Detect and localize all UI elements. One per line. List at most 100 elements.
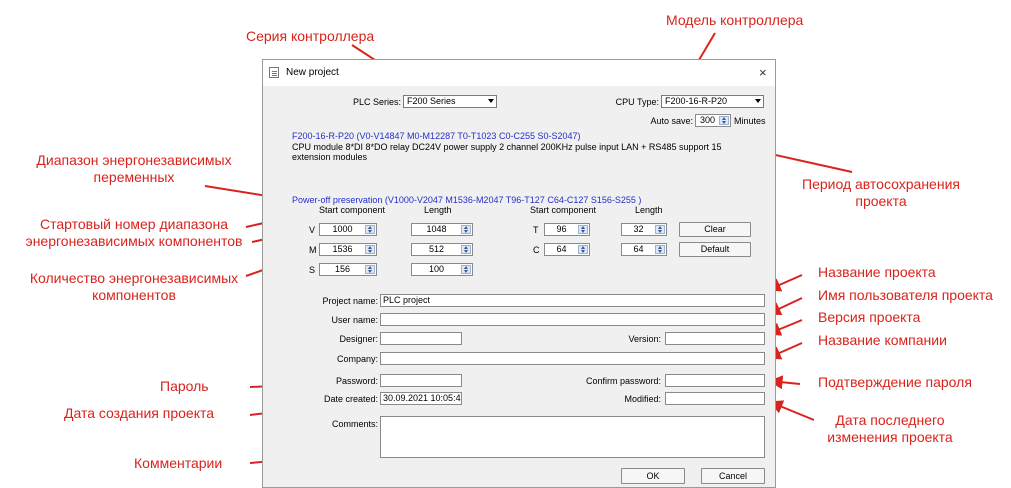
- v-start-value: 1000: [332, 224, 353, 234]
- comments-label: Comments:: [331, 419, 378, 429]
- cpu-description-line1: CPU module 8*DI 8*DO relay DC24V power s…: [292, 142, 722, 152]
- project-name-input[interactable]: PLC project: [380, 294, 765, 307]
- s-start-spinner[interactable]: 156: [319, 263, 377, 276]
- annotation-confirm: Подтверждение пароля: [818, 374, 972, 390]
- annotation-modified: Дата последнего изменения проекта: [810, 412, 970, 446]
- annotation-start-line2: энергонезависимых компонентов: [25, 233, 243, 249]
- spinner-arrows-icon[interactable]: [365, 265, 375, 274]
- m-length-spinner[interactable]: 512: [411, 243, 473, 256]
- user-name-input[interactable]: [380, 313, 765, 326]
- default-button[interactable]: Default: [679, 242, 751, 257]
- password-input[interactable]: [380, 374, 462, 387]
- cancel-button[interactable]: Cancel: [701, 468, 765, 484]
- annotation-range-line1: Диапазон энергонезависимых: [36, 152, 232, 168]
- cpu-description-line2: extension modules: [292, 152, 368, 162]
- annotation-start-line1: Стартовый номер диапазона: [39, 216, 229, 232]
- c-start-spinner[interactable]: 64: [544, 243, 590, 256]
- s-length-spinner[interactable]: 100: [411, 263, 473, 276]
- annotation-range-line2: переменных: [93, 169, 175, 185]
- plc-series-label: PLC Series:: [352, 97, 401, 107]
- m-start-value: 1536: [332, 244, 353, 254]
- cpu-ranges: F200-16-R-P20 (V0-V14847 M0-M12287 T0-T1…: [292, 131, 581, 141]
- project-name-label: Project name:: [322, 296, 378, 306]
- plc-series-value: F200 Series: [407, 96, 456, 106]
- comments-textarea[interactable]: [380, 416, 765, 458]
- m-start-spinner[interactable]: 1536: [319, 243, 377, 256]
- confirm-password-input[interactable]: [665, 374, 765, 387]
- version-input[interactable]: [665, 332, 765, 345]
- c-length-value: 64: [633, 244, 644, 254]
- t-start-value: 96: [556, 224, 567, 234]
- spinner-arrows-icon[interactable]: [365, 245, 375, 254]
- m-length-value: 512: [428, 244, 445, 254]
- v-length-spinner[interactable]: 1048: [411, 223, 473, 236]
- col-length-left: Length: [424, 205, 452, 215]
- spinner-arrows-icon[interactable]: [461, 225, 471, 234]
- reg-s-label: S: [309, 265, 316, 275]
- autosave-spinner[interactable]: 300: [695, 114, 731, 127]
- chevron-down-icon: [755, 99, 761, 103]
- designer-label: Designer:: [339, 334, 378, 344]
- company-input[interactable]: [380, 352, 765, 365]
- t-length-spinner[interactable]: 32: [621, 223, 667, 236]
- annotation-autosave-line1: Период автосохранения: [802, 176, 960, 192]
- annotation-user-name: Имя пользователя проекта: [818, 287, 993, 303]
- spinner-arrows-icon[interactable]: [719, 116, 729, 125]
- spinner-arrows-icon[interactable]: [655, 245, 665, 254]
- password-label: Password:: [335, 376, 378, 386]
- confirm-password-label: Confirm password:: [585, 376, 661, 386]
- v-start-spinner[interactable]: 1000: [319, 223, 377, 236]
- spinner-arrows-icon[interactable]: [461, 245, 471, 254]
- clear-button[interactable]: Clear: [679, 222, 751, 237]
- autosave-value: 300: [699, 115, 716, 125]
- date-created-label: Date created:: [323, 394, 378, 404]
- designer-input[interactable]: [380, 332, 462, 345]
- annotation-count: Количество энергонезависимых компонентов: [6, 270, 262, 304]
- plc-series-select[interactable]: F200 Series: [403, 95, 497, 108]
- spinner-arrows-icon[interactable]: [655, 225, 665, 234]
- spinner-arrows-icon[interactable]: [578, 245, 588, 254]
- annotation-modified-line1: Дата последнего: [835, 412, 945, 428]
- version-label: Version:: [628, 334, 661, 344]
- annotation-autosave-line2: проекта: [855, 193, 907, 209]
- autosave-label: Auto save:: [650, 116, 693, 126]
- col-start-right: Start component: [530, 205, 597, 215]
- spinner-arrows-icon[interactable]: [365, 225, 375, 234]
- t-length-value: 32: [633, 224, 644, 234]
- annotation-modified-line2: изменения проекта: [827, 429, 953, 445]
- dialog-titlebar: [263, 60, 775, 86]
- col-start-left: Start component: [319, 205, 386, 215]
- poweroff-title: Power-off preservation (V1000-V2047 M153…: [292, 195, 642, 205]
- document-icon: [269, 67, 279, 78]
- user-name-label: User name:: [331, 315, 378, 325]
- annotation-company: Название компании: [818, 332, 947, 348]
- annotation-model: Модель контроллера: [666, 12, 804, 28]
- c-length-spinner[interactable]: 64: [621, 243, 667, 256]
- ok-button[interactable]: OK: [621, 468, 685, 484]
- company-label: Company:: [336, 354, 378, 364]
- annotation-comments: Комментарии: [134, 455, 223, 471]
- t-start-spinner[interactable]: 96: [544, 223, 590, 236]
- annotation-project-name: Название проекта: [818, 264, 936, 280]
- spinner-arrows-icon[interactable]: [578, 225, 588, 234]
- annotation-autosave: Период автосохранения проекта: [776, 176, 986, 210]
- annotation-count-line1: Количество энергонезависимых: [29, 270, 239, 286]
- annotation-version: Версия проекта: [818, 309, 921, 325]
- cpu-type-select[interactable]: F200-16-R-P20: [661, 95, 764, 108]
- c-start-value: 64: [556, 244, 567, 254]
- annotation-date-created: Дата создания проекта: [64, 405, 215, 421]
- modified-label: Modified:: [624, 394, 661, 404]
- s-start-value: 156: [334, 264, 351, 274]
- annotation-count-line2: компонентов: [92, 287, 176, 303]
- autosave-unit: Minutes: [734, 116, 766, 126]
- annotation-password: Пароль: [160, 378, 209, 394]
- col-length-right: Length: [635, 205, 663, 215]
- chevron-down-icon: [488, 99, 494, 103]
- annotation-start: Стартовый номер диапазона энергонезависи…: [6, 216, 262, 250]
- reg-v-label: V: [309, 225, 316, 235]
- arrow-modified: [768, 400, 815, 421]
- s-length-value: 100: [428, 264, 445, 274]
- reg-c-label: C: [533, 245, 540, 255]
- close-icon[interactable]: ×: [759, 65, 767, 80]
- spinner-arrows-icon[interactable]: [461, 265, 471, 274]
